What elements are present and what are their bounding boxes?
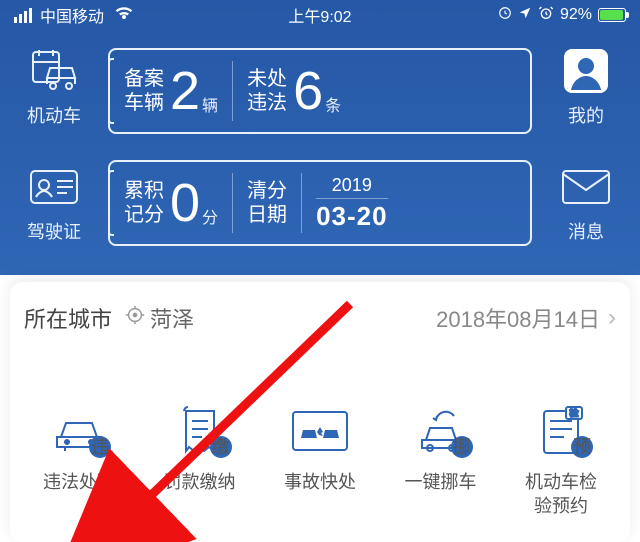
wifi-icon bbox=[114, 5, 134, 26]
signal-icon bbox=[14, 8, 34, 23]
badge-move: 挪 bbox=[451, 436, 473, 458]
nav-license[interactable]: 驾驶证 bbox=[27, 164, 81, 244]
city-label: 所在城市 bbox=[24, 302, 112, 334]
battery-pct: 92% bbox=[560, 6, 592, 24]
box1-lab1a: 备案 bbox=[124, 67, 164, 91]
city-date: 2018年08月14日 bbox=[436, 302, 600, 334]
service-inspection-label: 机动车检 验预约 bbox=[525, 470, 597, 518]
clock-label: 上午9:02 bbox=[288, 3, 351, 27]
location-icon bbox=[518, 6, 532, 25]
summary-points-box[interactable]: 累积记分 0 分 清分日期 2019 03-20 bbox=[108, 160, 532, 246]
right-sidebar: 我的 消息 bbox=[546, 48, 626, 246]
box2-lab2b: 日期 bbox=[247, 203, 287, 227]
status-bar: 中国移动 上午9:02 92% bbox=[0, 0, 640, 30]
city-row[interactable]: 所在城市 菏泽 2018年08月14日 › bbox=[24, 302, 616, 334]
badge-inspect: 预 bbox=[571, 436, 593, 458]
service-accident[interactable]: 事故快处 bbox=[265, 392, 375, 518]
badge-payment: 缴 bbox=[210, 436, 232, 458]
battery-icon bbox=[598, 8, 626, 22]
service-accident-label: 事故快处 bbox=[284, 470, 356, 494]
service-icons: 违 违法处理 缴 罚款缴纳 事故快处 挪 一键挪车 检 bbox=[24, 392, 616, 518]
chevron-right-icon: › bbox=[608, 304, 616, 332]
user-icon bbox=[559, 48, 613, 94]
collision-icon bbox=[286, 402, 354, 460]
service-violation-label: 违法处理 bbox=[43, 470, 115, 494]
box1-unit1: 辆 bbox=[202, 92, 218, 116]
car-calendar-icon bbox=[27, 48, 81, 94]
lock-icon bbox=[498, 6, 512, 25]
violations-count: 6 bbox=[293, 60, 323, 122]
box2-lab2a: 清分 bbox=[247, 179, 287, 203]
id-card-icon bbox=[27, 164, 81, 210]
nav-messages[interactable]: 消息 bbox=[559, 164, 613, 244]
locate-icon bbox=[124, 304, 146, 332]
city-name: 菏泽 bbox=[150, 302, 194, 334]
service-payment[interactable]: 缴 罚款缴纳 bbox=[145, 392, 255, 518]
box1-unit2: 条 bbox=[325, 92, 341, 116]
receipt-icon: 缴 bbox=[166, 402, 234, 460]
nav-messages-label: 消息 bbox=[568, 218, 604, 244]
box2-lab1b: 记分 bbox=[124, 203, 164, 227]
registered-vehicles-count: 2 bbox=[170, 60, 200, 122]
nav-profile[interactable]: 我的 bbox=[559, 48, 613, 128]
service-move-label: 一键挪车 bbox=[405, 470, 477, 494]
badge-violation: 违 bbox=[89, 436, 111, 458]
nav-profile-label: 我的 bbox=[568, 102, 604, 128]
box1-lab2b: 违法 bbox=[247, 91, 287, 115]
svg-text:检: 检 bbox=[569, 407, 578, 418]
nav-license-label: 驾驶证 bbox=[27, 218, 81, 244]
alarm-icon bbox=[538, 5, 554, 26]
envelope-icon bbox=[559, 164, 613, 210]
service-violation[interactable]: 违 违法处理 bbox=[24, 392, 134, 518]
box2-unit1: 分 bbox=[202, 204, 218, 228]
points-count: 0 bbox=[170, 172, 200, 234]
left-sidebar: 机动车 驾驶证 bbox=[14, 48, 94, 246]
inspection-icon: 检 预 bbox=[527, 402, 595, 460]
service-move-car[interactable]: 挪 一键挪车 bbox=[386, 392, 496, 518]
box1-lab2a: 未处 bbox=[247, 67, 287, 91]
clear-date: 03-20 bbox=[316, 198, 388, 232]
car-icon: 违 bbox=[45, 402, 113, 460]
nav-vehicle[interactable]: 机动车 bbox=[27, 48, 81, 128]
service-inspection[interactable]: 检 预 机动车检 验预约 bbox=[506, 392, 616, 518]
box1-lab1b: 车辆 bbox=[124, 91, 164, 115]
clear-year: 2019 bbox=[332, 175, 372, 196]
main-panel: 所在城市 菏泽 2018年08月14日 › 违 违法处理 缴 罚款缴纳 bbox=[10, 282, 630, 542]
summary-vehicles-box[interactable]: 备案车辆 2 辆 未处违法 6 条 bbox=[108, 48, 532, 134]
box2-lab1a: 累积 bbox=[124, 179, 164, 203]
carrier-label: 中国移动 bbox=[40, 3, 104, 27]
service-payment-label: 罚款缴纳 bbox=[164, 470, 236, 494]
nav-vehicle-label: 机动车 bbox=[27, 102, 81, 128]
move-car-icon: 挪 bbox=[407, 402, 475, 460]
